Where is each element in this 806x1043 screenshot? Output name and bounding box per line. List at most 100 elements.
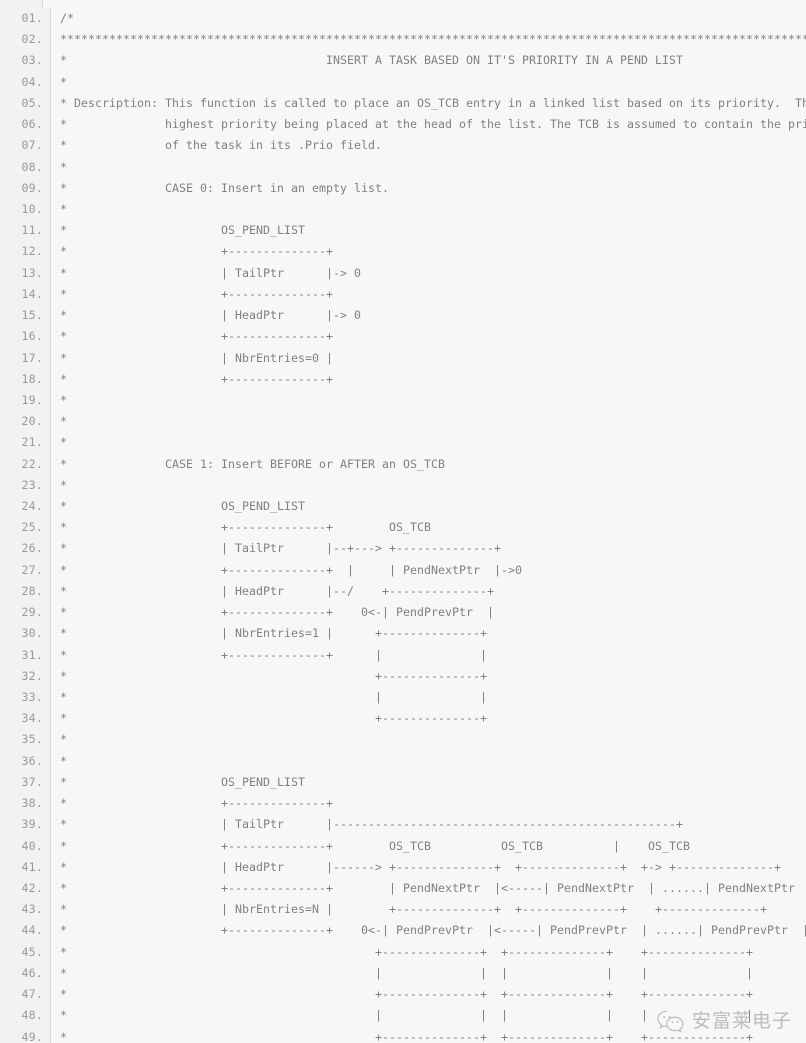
comment-token: * | HeadPtr |--/ +--------------+ bbox=[60, 583, 495, 598]
code-line-text[interactable]: * | | | | | | bbox=[50, 962, 806, 985]
code-line: 38. * +--------------+ bbox=[0, 793, 806, 815]
code-line: 49. * +--------------+ +--------------+ +… bbox=[0, 1026, 806, 1043]
code-line: 12. * +--------------+ bbox=[0, 241, 806, 263]
comment-token: * +--------------+ 0<-| PendPrevPtr |<--… bbox=[60, 923, 806, 938]
code-line-text[interactable]: * INSERT A TASK BASED ON IT'S PRIORITY I… bbox=[50, 50, 806, 72]
line-number: 39. bbox=[0, 814, 51, 836]
line-number: 34. bbox=[0, 708, 51, 730]
code-line-text[interactable]: * +--------------+ | | bbox=[50, 644, 806, 666]
code-line: 20. * bbox=[0, 411, 806, 433]
line-number: 04. bbox=[0, 71, 51, 93]
code-line-text[interactable]: * bbox=[50, 411, 806, 433]
code-line-text[interactable]: * +--------------+ bbox=[50, 793, 806, 815]
code-line-text[interactable]: * | TailPtr |-> 0 bbox=[50, 262, 806, 284]
comment-token: * | TailPtr |-> 0 bbox=[60, 265, 362, 280]
code-line: 07. * of the task in its .Prio field. bbox=[0, 135, 806, 157]
line-number: 22. bbox=[0, 453, 51, 475]
code-line: 46. * | | | | | | bbox=[0, 962, 806, 985]
code-line-text[interactable]: * | HeadPtr |-> 0 bbox=[50, 305, 806, 327]
code-viewer[interactable]: 01./* 02. ********************************… bbox=[0, 0, 806, 1043]
code-line: 26. * | TailPtr |--+---> +--------------+ bbox=[0, 538, 806, 560]
code-line-text[interactable]: * +--------------+ bbox=[50, 708, 806, 730]
code-line: 32. * +--------------+ bbox=[0, 665, 806, 687]
code-line-text[interactable]: * OS_PEND_LIST bbox=[50, 771, 806, 794]
code-line: 02. *************************************… bbox=[0, 29, 806, 51]
line-number: 12. bbox=[0, 241, 51, 263]
code-line: 40. * +--------------+ OS_TCB OS_TCB | OS… bbox=[0, 835, 806, 857]
code-line-text[interactable]: ****************************************… bbox=[50, 29, 806, 51]
code-line-text[interactable]: * +--------------+ 0<-| PendPrevPtr | bbox=[50, 602, 806, 624]
code-line-text[interactable]: * +--------------+ bbox=[50, 326, 806, 348]
code-line-text[interactable]: * | NbrEntries=N | +--------------+ +---… bbox=[50, 899, 806, 921]
line-number: 40. bbox=[0, 835, 51, 857]
code-line: 42. * +--------------+ | PendNextPtr |<--… bbox=[0, 877, 806, 900]
code-line-text[interactable]: * | HeadPtr |--/ +--------------+ bbox=[50, 580, 806, 603]
code-line-text[interactable]: * | | | | | | bbox=[50, 1005, 806, 1027]
code-line-text[interactable]: * bbox=[50, 432, 806, 454]
code-line-text[interactable]: * bbox=[50, 71, 806, 93]
code-line-text[interactable]: * OS_PEND_LIST bbox=[50, 496, 806, 518]
code-line-text[interactable]: * | TailPtr |--+---> +--------------+ bbox=[50, 538, 806, 560]
code-line-text[interactable]: * bbox=[50, 156, 806, 178]
code-line: 01. /* bbox=[0, 8, 806, 30]
line-number: 08. bbox=[0, 156, 51, 178]
comment-token: * bbox=[60, 477, 68, 492]
line-number: 43. bbox=[0, 899, 51, 921]
line-number: 14. bbox=[0, 283, 51, 306]
code-line-text[interactable]: * | NbrEntries=0 | bbox=[50, 347, 806, 369]
code-line-text[interactable]: * CASE 0: Insert in an empty list. bbox=[50, 177, 806, 199]
code-line-text[interactable]: * +--------------+ bbox=[50, 241, 806, 263]
line-number: 29. bbox=[0, 602, 51, 624]
code-line-text[interactable]: * +--------------+ OS_TCB OS_TCB | OS_TC… bbox=[50, 835, 806, 857]
code-line-text[interactable]: * of the task in its .Prio field. bbox=[50, 135, 806, 157]
code-line-text[interactable]: * bbox=[50, 389, 806, 412]
code-line-text[interactable]: * +--------------+ +--------------+ +---… bbox=[50, 1026, 806, 1043]
code-line-text[interactable]: * | NbrEntries=1 | +--------------+ bbox=[50, 623, 806, 645]
code-line: 25. * +--------------+ OS_TCB bbox=[0, 517, 806, 539]
code-line: 14. * +--------------+ bbox=[0, 283, 806, 306]
line-number: 49. bbox=[0, 1026, 51, 1043]
code-line: 48. * | | | | | | bbox=[0, 1005, 806, 1027]
code-line-text[interactable]: * +--------------+ 0<-| PendPrevPtr |<--… bbox=[50, 920, 806, 942]
code-line-text[interactable]: * bbox=[50, 750, 806, 772]
code-line: 05. * Description: This function is calle… bbox=[0, 92, 806, 115]
line-number: 02. bbox=[0, 29, 51, 51]
code-line-text[interactable]: * | TailPtr |---------------------------… bbox=[50, 814, 806, 836]
code-line-text[interactable]: * CASE 1: Insert BEFORE or AFTER an OS_T… bbox=[50, 453, 806, 475]
code-line-text[interactable]: * | | bbox=[50, 687, 806, 709]
comment-token: * | NbrEntries=0 | bbox=[60, 350, 334, 365]
line-number: 25. bbox=[0, 517, 51, 539]
code-line-text[interactable]: * Description: This function is called t… bbox=[50, 92, 806, 115]
code-line: 43. * | NbrEntries=N | +--------------+ +… bbox=[0, 899, 806, 921]
line-number: 41. bbox=[0, 856, 51, 878]
code-line-text[interactable]: * highest priority being placed at the h… bbox=[50, 114, 806, 136]
code-line-text[interactable]: * +--------------+ bbox=[50, 283, 806, 306]
code-line-text[interactable]: * +--------------+ OS_TCB bbox=[50, 517, 806, 539]
comment-token: * | | bbox=[60, 690, 488, 704]
comment-token: * | TailPtr |--+---> +--------------+ bbox=[60, 541, 502, 556]
comment-token: * INSERT A TASK BASED ON IT'S PRIORITY I… bbox=[60, 53, 684, 68]
code-line-text[interactable]: * | HeadPtr |------> +--------------+ +-… bbox=[50, 856, 806, 878]
code-line-text[interactable]: * +--------------+ bbox=[50, 368, 806, 390]
code-line-text[interactable]: /* bbox=[50, 8, 806, 30]
comment-token: ****************************************… bbox=[60, 32, 806, 47]
code-line-text[interactable]: * OS_PEND_LIST bbox=[50, 220, 806, 242]
comment-token: * bbox=[60, 392, 68, 407]
code-line-text[interactable]: * +--------------+ | | PendNextPtr |->0 bbox=[50, 559, 806, 581]
code-line-text[interactable]: * bbox=[50, 729, 806, 751]
comment-token: * +--------------+ bbox=[60, 286, 334, 301]
code-line-text[interactable]: * +--------------+ +--------------+ +---… bbox=[50, 984, 806, 1006]
code-line: 17. * | NbrEntries=0 | bbox=[0, 347, 806, 369]
line-number: 36. bbox=[0, 750, 51, 772]
line-number: 10. bbox=[0, 198, 51, 221]
code-line: 37. * OS_PEND_LIST bbox=[0, 771, 806, 794]
code-line-text[interactable]: * bbox=[50, 474, 806, 497]
code-line-text[interactable]: * +--------------+ +--------------+ +---… bbox=[50, 941, 806, 963]
line-number: 13. bbox=[0, 262, 51, 284]
line-number: 31. bbox=[0, 644, 51, 666]
code-line-text[interactable]: * +--------------+ | PendNextPtr |<-----… bbox=[50, 877, 806, 900]
code-line-text[interactable]: * +--------------+ bbox=[50, 665, 806, 687]
comment-token: * +--------------+ bbox=[60, 329, 334, 344]
code-line-text[interactable]: * bbox=[50, 198, 806, 221]
code-line: 16. * +--------------+ bbox=[0, 326, 806, 348]
